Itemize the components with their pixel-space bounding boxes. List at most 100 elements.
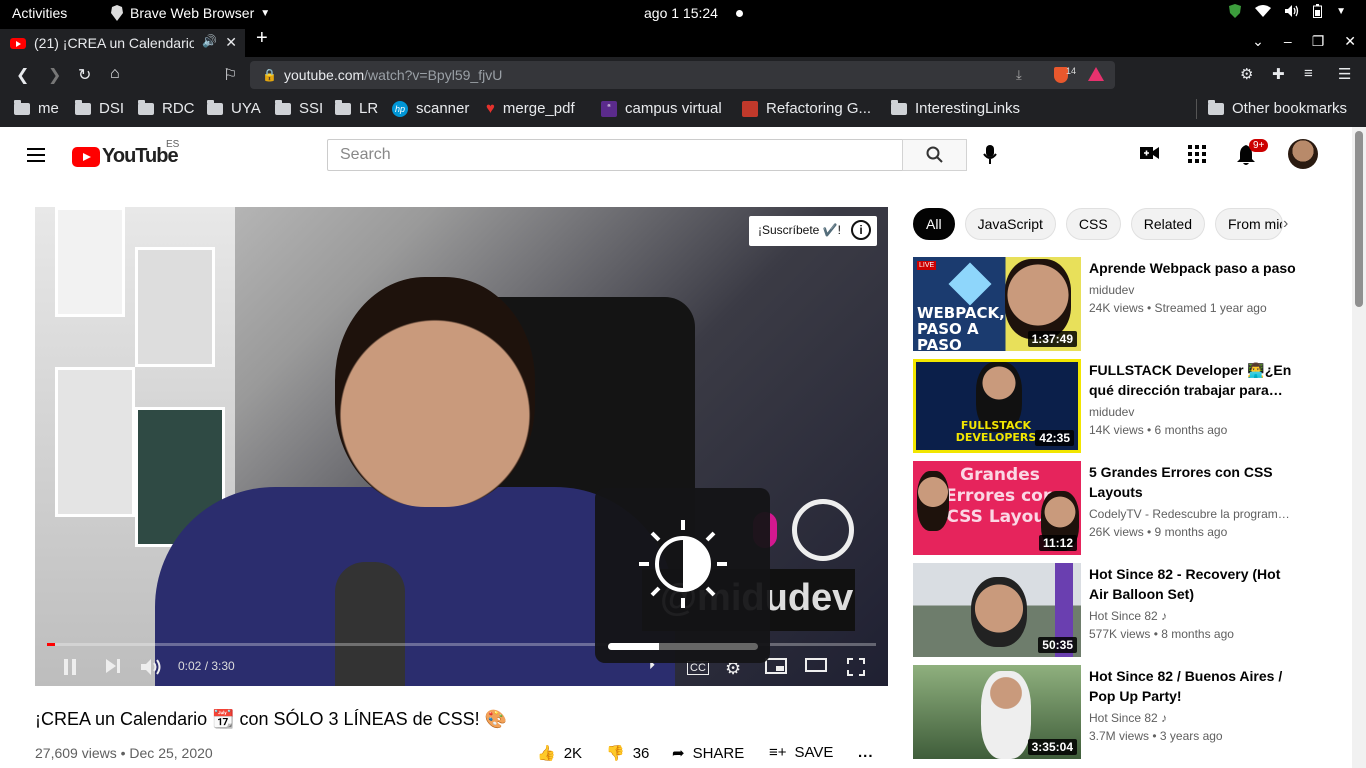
channel-name[interactable]: CodelyTV - Redescubre la program… — [1089, 507, 1294, 521]
bookmark-rdc[interactable]: RDC — [138, 99, 195, 117]
bookmark-uya[interactable]: UYA — [207, 99, 261, 117]
bookmark-label: LR — [359, 100, 379, 117]
recommendation-title[interactable]: Hot Since 82 - Recovery (Hot Air Balloon… — [1089, 564, 1299, 604]
tab-search-icon[interactable]: ⌄ — [1252, 33, 1264, 50]
volume-icon[interactable] — [141, 658, 163, 676]
guide-menu-icon[interactable] — [27, 148, 45, 166]
chevron-right-icon[interactable]: › — [1283, 215, 1288, 233]
extensions-icon[interactable]: ✚ — [1272, 65, 1285, 83]
pause-icon[interactable] — [62, 658, 78, 676]
chip-javascript[interactable]: JavaScript — [964, 208, 1056, 240]
channel-name[interactable]: Hot Since 82 ♪ — [1089, 609, 1294, 623]
brightness-osd — [595, 488, 770, 663]
wifi-icon — [1255, 5, 1272, 17]
forward-icon[interactable]: ❯ — [48, 65, 61, 85]
dislike-button[interactable]: 👎 36 — [606, 744, 649, 763]
new-tab-button[interactable]: + — [256, 27, 268, 50]
subtitles-icon[interactable]: CC — [687, 661, 709, 675]
recommendation-item[interactable]: LIVE WEBPACK, PASO A PASO 1:37:49 Aprend… — [913, 257, 1333, 351]
bookmark-ssi[interactable]: SSI — [275, 99, 323, 117]
search-icon — [926, 146, 943, 163]
bookmark-me[interactable]: me — [14, 99, 59, 117]
bookmark-dsi[interactable]: DSI — [75, 99, 124, 117]
scrollbar-thumb[interactable] — [1355, 131, 1363, 307]
reload-icon[interactable]: ↻ — [78, 65, 91, 85]
channel-name[interactable]: midudev — [1089, 405, 1294, 419]
recommendation-item[interactable]: 50:35 Hot Since 82 - Recovery (Hot Air B… — [913, 563, 1333, 657]
bookmark-campus-virtual[interactable]: “ campus virtual — [601, 100, 722, 117]
like-button[interactable]: 👍 2K — [537, 744, 582, 763]
home-icon[interactable]: ⌂ — [110, 65, 120, 83]
avatar[interactable] — [1288, 139, 1318, 169]
page-scrollbar[interactable] — [1352, 127, 1366, 768]
fullscreen-icon[interactable] — [847, 658, 865, 676]
brave-rewards-icon[interactable] — [1088, 67, 1104, 81]
bookmark-page-icon[interactable]: ⚐ — [223, 65, 237, 85]
activities-button[interactable]: Activities — [12, 5, 67, 21]
thumbnail-person — [971, 577, 1027, 647]
next-video-icon[interactable] — [105, 658, 121, 674]
share-button[interactable]: ➦ SHARE — [672, 744, 744, 763]
app-menu[interactable]: Brave Web Browser ▼ — [110, 5, 270, 21]
recommendation-title[interactable]: FULLSTACK Developer 👨‍💻¿En qué dirección… — [1089, 360, 1299, 400]
brightness-level-fill — [608, 643, 659, 650]
media-queue-icon[interactable]: ≡ — [1304, 65, 1313, 82]
create-video-icon[interactable] — [1140, 145, 1160, 161]
chip-related[interactable]: Related — [1130, 208, 1205, 240]
other-bookmarks[interactable]: Other bookmarks — [1208, 99, 1347, 117]
chip-all[interactable]: All — [913, 208, 955, 240]
brightness-level-bar — [608, 643, 758, 650]
volume-icon — [1285, 5, 1299, 17]
miniplayer-icon[interactable] — [765, 658, 787, 674]
brave-wallet-icon[interactable]: ⚙ — [1240, 65, 1253, 83]
clock[interactable]: ago 1 15:24 — [644, 5, 718, 21]
tab-youtube[interactable]: (21) ¡CREA un Calendario 🔊 ✕ — [0, 29, 245, 57]
voice-search-icon[interactable] — [983, 145, 997, 165]
subscribe-card[interactable]: ¡Suscríbete ✔️! i — [749, 216, 877, 246]
chip-from-midudev[interactable]: From midudev — [1214, 208, 1283, 240]
youtube-page: YouTube ES Search 9+ @midudev ¡Suscríbet… — [0, 127, 1352, 768]
minimize-icon[interactable]: – — [1284, 33, 1292, 50]
bookmark-lr[interactable]: LR — [335, 99, 379, 117]
save-button[interactable]: ≡+ SAVE — [769, 744, 833, 761]
apps-grid-icon[interactable] — [1188, 145, 1206, 163]
channel-name[interactable]: Hot Since 82 ♪ — [1089, 711, 1294, 725]
video-thumbnail[interactable]: FULLSTACK DEVELOPERS 42:35 — [913, 359, 1081, 453]
search-button[interactable] — [902, 139, 967, 171]
bookmark-scanner[interactable]: hp scanner — [392, 100, 469, 117]
audio-playing-icon[interactable]: 🔊 — [202, 34, 217, 48]
back-icon[interactable]: ❮ — [16, 65, 29, 85]
channel-name[interactable]: midudev — [1089, 283, 1294, 297]
recommendation-item[interactable]: Grandes Errores con CSS Layout 11:12 5 G… — [913, 461, 1333, 555]
close-window-icon[interactable]: ✕ — [1344, 33, 1356, 50]
address-bar[interactable]: 🔒 youtube.com/watch?v=Bpyl59_fjvU ⤓ 14 — [250, 61, 1115, 89]
bookmark-interestinglinks[interactable]: InterestingLinks — [891, 99, 1020, 117]
chip-css[interactable]: CSS — [1065, 208, 1121, 240]
bookmark-refactoring[interactable]: Refactoring G... — [742, 100, 871, 117]
recommendation-item[interactable]: 3:35:04 Hot Since 82 / Buenos Aires / Po… — [913, 665, 1333, 759]
bookmark-label: Refactoring G... — [766, 100, 872, 117]
thumbnail-person — [981, 671, 1031, 759]
system-tray[interactable]: ▼ — [1229, 4, 1346, 18]
close-tab-icon[interactable]: ✕ — [225, 34, 237, 51]
youtube-logo[interactable]: YouTube ES — [72, 139, 179, 168]
video-thumbnail[interactable]: Grandes Errores con CSS Layout 11:12 — [913, 461, 1081, 555]
info-icon[interactable]: i — [851, 220, 871, 240]
video-thumbnail[interactable]: 3:35:04 — [913, 665, 1081, 759]
heart-icon: ♥ — [486, 100, 495, 117]
more-actions-button[interactable]: ... — [858, 744, 874, 761]
recommendation-item[interactable]: FULLSTACK DEVELOPERS 42:35 FULLSTACK Dev… — [913, 359, 1333, 453]
recommendation-title[interactable]: Hot Since 82 / Buenos Aires / Pop Up Par… — [1089, 666, 1299, 706]
video-thumbnail[interactable]: 50:35 — [913, 563, 1081, 657]
search-input[interactable]: Search — [327, 139, 903, 171]
maximize-icon[interactable]: ❐ — [1312, 33, 1325, 50]
recommendation-title[interactable]: Aprende Webpack paso a paso — [1089, 258, 1299, 278]
theater-mode-icon[interactable] — [805, 658, 827, 672]
lock-icon[interactable]: 🔒 — [262, 61, 277, 89]
folder-icon — [1208, 99, 1224, 115]
menu-icon[interactable]: ☰ — [1338, 65, 1351, 83]
bookmark-merge-pdf[interactable]: ♥ merge_pdf — [486, 100, 575, 117]
install-app-icon[interactable]: ⤓ — [1016, 61, 1022, 89]
recommendation-title[interactable]: 5 Grandes Errores con CSS Layouts — [1089, 462, 1299, 502]
video-thumbnail[interactable]: LIVE WEBPACK, PASO A PASO 1:37:49 — [913, 257, 1081, 351]
